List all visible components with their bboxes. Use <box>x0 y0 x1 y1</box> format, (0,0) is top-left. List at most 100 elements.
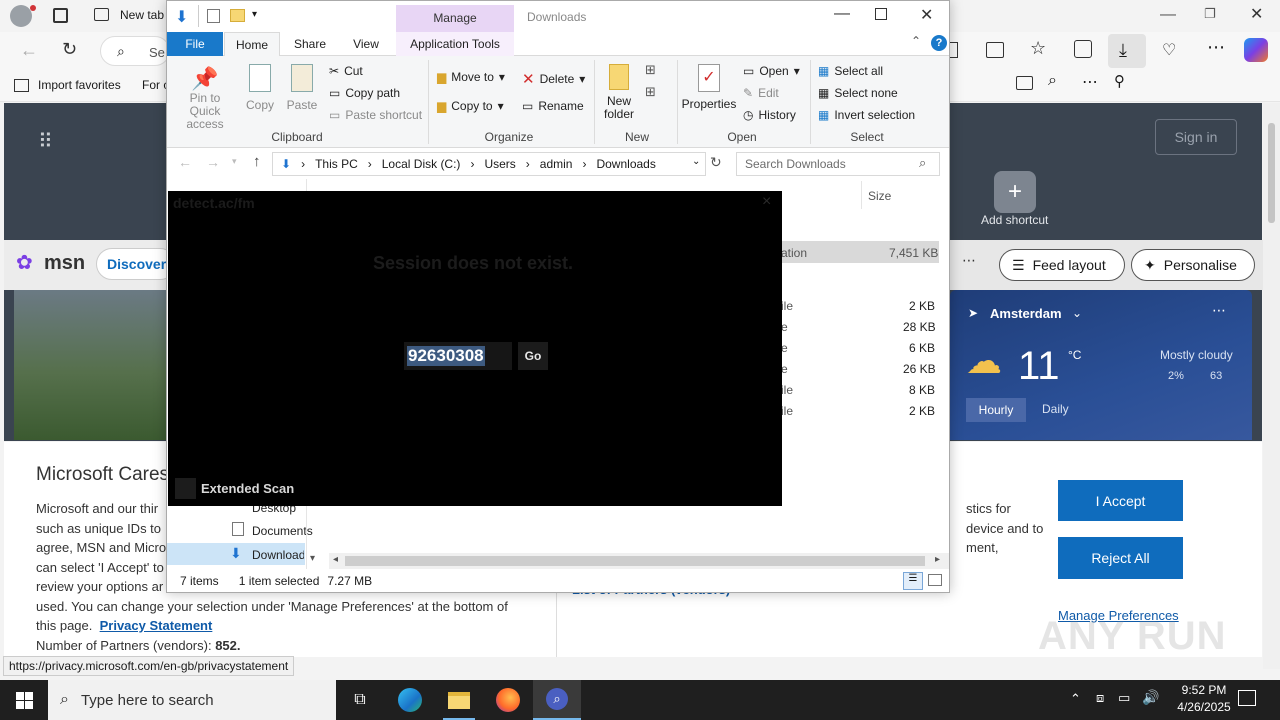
browser-essentials-icon[interactable]: ♡ <box>1162 40 1176 60</box>
tab-home[interactable]: Home <box>224 32 280 56</box>
select-all-button[interactable]: ▦ Select all <box>818 64 883 78</box>
collections-icon[interactable] <box>1074 40 1092 58</box>
taskbar-clock[interactable]: 9:52 PM 4/26/2025 <box>1164 682 1244 716</box>
app-launcher-icon[interactable]: ⠿ <box>38 129 55 154</box>
large-icons-view-icon[interactable] <box>928 574 942 586</box>
address-box[interactable]: ⬇ › This PC › Local Disk (C:) › Users › adm… <box>272 152 706 176</box>
edit-button[interactable]: ✎ Edit <box>743 86 779 100</box>
add-shortcut-icon[interactable]: + <box>994 171 1036 213</box>
more-feed-icon[interactable]: ⋯ <box>962 252 976 269</box>
close-icon[interactable]: ✕ <box>1250 4 1263 24</box>
tab-application-tools[interactable]: Application Tools <box>396 32 514 56</box>
rename-button[interactable]: ▭ Rename <box>522 99 584 113</box>
back-icon[interactable]: ← <box>178 154 192 170</box>
scroll-right-icon[interactable]: ▸ <box>935 554 940 565</box>
tab-daily[interactable]: Daily <box>1042 402 1069 416</box>
select-none-button[interactable]: ▦ Select none <box>818 86 898 100</box>
show-hidden-icons[interactable]: ⌃ <box>1070 691 1081 707</box>
favorites-star-icon[interactable]: ☆ <box>1030 38 1046 59</box>
discover-tab[interactable]: Discover <box>96 248 176 280</box>
more-icon[interactable]: ⋯ <box>1207 37 1225 58</box>
pin-icon[interactable]: ⚲ <box>1114 72 1125 90</box>
overlay-close-icon[interactable]: × <box>762 193 771 211</box>
maximize-icon[interactable] <box>875 8 887 20</box>
address-bar[interactable]: ⌕ Se <box>100 36 170 66</box>
nav-documents[interactable]: Documents <box>252 524 313 538</box>
tab-file[interactable]: File <box>167 32 223 56</box>
paste-shortcut-button[interactable]: ▭ Paste shortcut <box>329 108 422 122</box>
breadcrumb-users[interactable]: Users <box>484 157 515 171</box>
more-favorites-icon[interactable]: ⋯ <box>1082 72 1098 92</box>
scroll-left-icon[interactable]: ◂ <box>333 554 338 565</box>
open-button[interactable]: ▭ Open ▾ <box>743 64 800 78</box>
notifications-icon[interactable] <box>1238 690 1256 706</box>
copy-button[interactable]: Copy <box>243 64 277 112</box>
news-photo[interactable] <box>14 290 166 440</box>
downloads-button[interactable]: ⤓ <box>1108 34 1146 68</box>
extended-scan-checkbox[interactable] <box>175 478 196 499</box>
properties-button[interactable]: ✓ Properties <box>681 64 737 111</box>
history-button[interactable]: ◷ History <box>743 108 796 122</box>
details-view-icon[interactable]: ☰ <box>903 572 923 590</box>
reject-all-button[interactable]: Reject All <box>1058 537 1183 579</box>
minimize-icon[interactable]: — <box>834 5 850 23</box>
restore-icon[interactable]: ❐ <box>1204 6 1216 22</box>
volume-icon[interactable]: 🔊 <box>1142 689 1159 706</box>
search-downloads-input[interactable]: Search Downloads <box>736 152 940 176</box>
network-icon[interactable]: ▭ <box>1118 690 1130 706</box>
breadcrumb-downloads[interactable]: Downloads <box>596 157 655 171</box>
weather-more-icon[interactable]: ⋯ <box>1212 302 1226 319</box>
cut-button[interactable]: ✂ Cut <box>329 64 363 78</box>
up-icon[interactable]: ↑ <box>253 153 261 170</box>
copy-to-button[interactable]: ▆ Copy to ▾ <box>437 99 504 113</box>
session-code-input[interactable]: 92630308 <box>404 342 512 370</box>
tab-actions-icon[interactable] <box>53 8 68 23</box>
refresh-icon[interactable]: ↻ <box>62 39 77 60</box>
sign-in-button[interactable]: Sign in <box>1155 119 1237 155</box>
breadcrumb-local-disk[interactable]: Local Disk (C:) <box>382 157 461 171</box>
properties-qat-icon[interactable] <box>207 9 220 23</box>
breadcrumb-admin[interactable]: admin <box>540 157 573 171</box>
profile-avatar[interactable] <box>10 5 32 27</box>
folder-icon[interactable] <box>1016 76 1033 90</box>
hscroll-thumb[interactable] <box>345 556 925 566</box>
accept-button[interactable]: I Accept <box>1058 480 1183 521</box>
recent-locations-icon[interactable]: ▾ <box>232 156 237 167</box>
invert-selection-button[interactable]: ▦ Invert selection <box>818 108 915 122</box>
tab-view[interactable]: View <box>341 32 391 56</box>
back-icon[interactable]: ← <box>20 40 38 61</box>
taskbar-search[interactable]: ⌕ Type here to search <box>48 680 336 720</box>
tab-new-tab[interactable]: New tab <box>120 8 164 22</box>
breadcrumb-this-pc[interactable]: This PC <box>315 157 358 171</box>
split-screen-icon[interactable] <box>986 42 1004 58</box>
collapse-ribbon-icon[interactable]: ⌃ <box>911 34 921 48</box>
size-column-header[interactable]: Size <box>868 189 891 203</box>
task-view-icon[interactable]: ⧉ <box>336 680 384 720</box>
feed-layout-button[interactable]: ☰ Feed layout <box>999 249 1125 281</box>
easy-access-icon[interactable]: ⊞ <box>645 84 656 100</box>
start-button[interactable] <box>0 680 48 720</box>
close-icon[interactable]: ✕ <box>920 5 933 25</box>
move-to-button[interactable]: ▆ Move to ▾ <box>437 70 505 84</box>
forward-icon[interactable]: → <box>206 154 220 170</box>
taskbar-edge[interactable] <box>386 680 434 720</box>
tab-hourly[interactable]: Hourly <box>966 398 1026 422</box>
refresh-icon[interactable]: ↻ <box>710 154 722 171</box>
new-folder-button[interactable]: New folder <box>601 64 637 121</box>
pin-quick-access-button[interactable]: 📌 Pin to Quick access <box>173 66 237 131</box>
horizontal-scrollbar[interactable]: ◂ ▸ <box>329 553 949 569</box>
weather-card[interactable]: ➤ Amsterdam ⌄ ⋯ ☁ 11 °C Mostly cloudy 2%… <box>950 290 1252 440</box>
manage-context-tab[interactable]: Manage <box>396 5 514 33</box>
personalise-button[interactable]: ✦ Personalise <box>1131 249 1255 281</box>
address-dropdown-icon[interactable]: ⌄ <box>692 156 700 167</box>
new-item-icon[interactable]: ⊞ <box>645 62 656 78</box>
nav-scroll-down-icon[interactable]: ▾ <box>310 553 315 564</box>
page-scrollbar[interactable] <box>1263 103 1280 669</box>
copy-path-button[interactable]: ▭ Copy path <box>329 86 400 100</box>
device-icon[interactable]: ⧈ <box>1096 690 1104 706</box>
chevron-down-icon[interactable]: ⌄ <box>1072 306 1082 320</box>
taskbar-explorer[interactable] <box>435 680 483 720</box>
qat-dropdown-icon[interactable]: ▾ <box>252 9 257 20</box>
privacy-statement-link[interactable]: Privacy Statement <box>100 618 213 633</box>
taskbar-firefox[interactable] <box>484 680 532 720</box>
